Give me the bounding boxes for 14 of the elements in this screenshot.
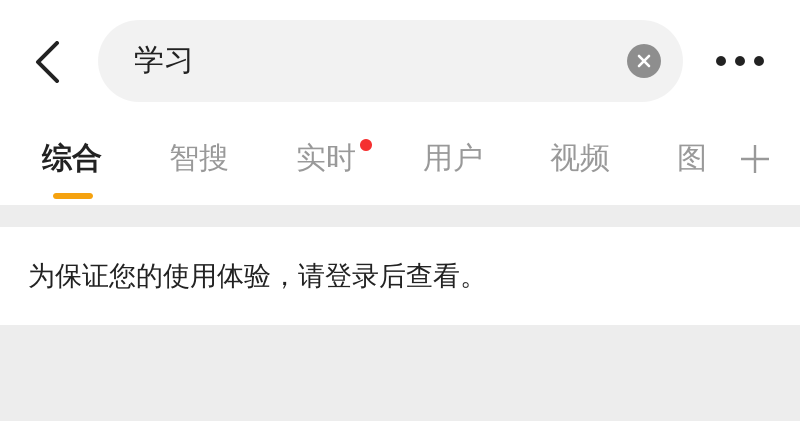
tab[interactable]: 综合 xyxy=(42,141,102,177)
login-notice: 为保证您的使用体验，请登录后查看。 xyxy=(28,260,487,294)
more-icon[interactable] xyxy=(715,54,765,66)
tab[interactable]: 视频 xyxy=(550,141,610,177)
tab[interactable]: 实时 xyxy=(296,141,356,177)
clear-icon[interactable] xyxy=(627,44,661,78)
tab[interactable]: 智搜 xyxy=(169,141,229,177)
tab[interactable]: 用户 xyxy=(423,141,483,177)
search-field[interactable]: 学习 xyxy=(134,43,627,78)
back-icon[interactable] xyxy=(34,40,60,82)
search-bar[interactable]: 学习 xyxy=(98,20,683,102)
tab-indicator xyxy=(53,193,93,199)
plus-icon[interactable] xyxy=(740,144,770,174)
tab[interactable]: 图 xyxy=(677,141,707,177)
